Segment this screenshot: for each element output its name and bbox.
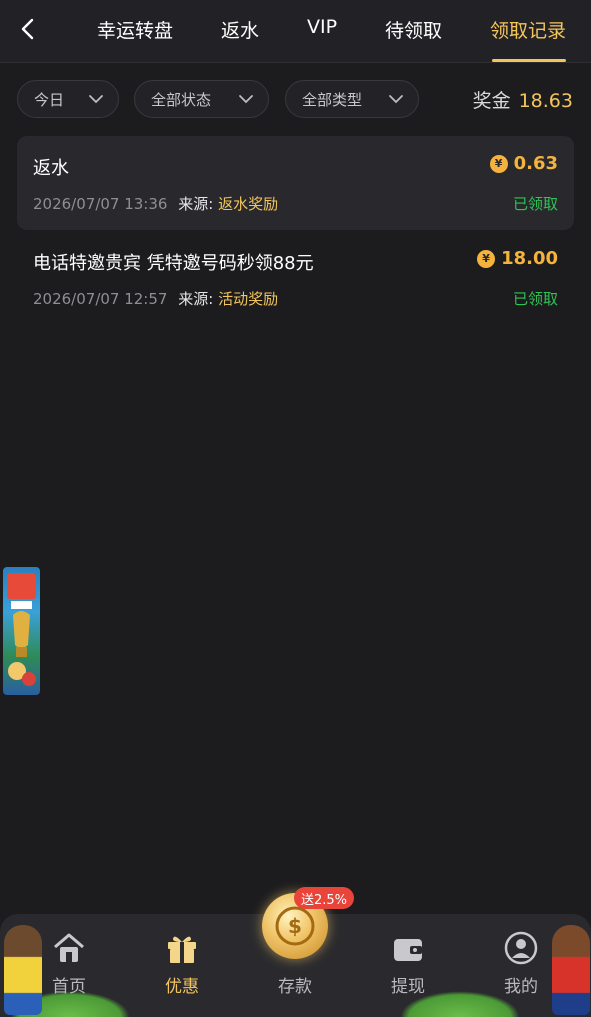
bonus-total: 奖金 18.63	[473, 86, 573, 113]
record-amount: ¥18.00	[477, 248, 558, 269]
record-title: 电话特邀贵宾 凭特邀号码秒领88元	[33, 253, 314, 274]
nav-promotions-label: 优惠	[165, 977, 199, 997]
nav-profile[interactable]: 我的	[486, 930, 556, 997]
tab-rebate[interactable]: 返水	[221, 16, 259, 43]
right-mascot-decoration	[552, 925, 590, 1015]
record-source-label: 来源:	[178, 290, 214, 308]
record-title: 返水	[33, 158, 69, 179]
tab-vip[interactable]: VIP	[307, 16, 337, 38]
active-tab-indicator	[492, 59, 566, 62]
trophy-icon	[7, 573, 36, 686]
left-mascot-decoration	[4, 925, 42, 1015]
nav-home-label: 首页	[52, 977, 86, 997]
chevron-down-icon	[89, 95, 103, 104]
bonus-label: 奖金	[472, 90, 511, 112]
user-icon	[504, 931, 538, 965]
back-button[interactable]	[12, 14, 42, 44]
side-promo-banner[interactable]	[3, 567, 40, 695]
gift-icon	[168, 936, 196, 963]
record-meta: 2026/07/07 12:57 来源: 活动奖励	[33, 288, 278, 309]
nav-withdraw[interactable]: 提现	[373, 930, 443, 997]
nav-home[interactable]: 首页	[34, 930, 104, 997]
type-filter-label: 全部类型	[302, 90, 363, 109]
bonus-value: 18.63	[518, 90, 573, 112]
deposit-coin-icon: $	[275, 906, 315, 946]
svg-text:$: $	[288, 914, 302, 938]
record-source: 返水奖励	[218, 195, 279, 213]
record-source-label: 来源:	[178, 195, 214, 213]
record-item: 电话特邀贵宾 凭特邀号码秒领88元 ¥18.00 2026/07/07 12:5…	[17, 231, 574, 325]
record-amount-value: 18.00	[501, 248, 558, 269]
record-meta: 2026/07/07 13:36 来源: 返水奖励	[33, 193, 278, 214]
top-tab-bar: 幸运转盘 返水 VIP 待领取 领取记录	[0, 0, 591, 63]
record-amount-value: 0.63	[513, 153, 558, 174]
date-filter-dropdown[interactable]: 今日	[17, 80, 119, 118]
nav-profile-label: 我的	[504, 977, 538, 997]
chevron-left-icon	[21, 18, 34, 40]
deposit-bonus-badge: 送2.5%	[294, 887, 355, 909]
tab-pending[interactable]: 待领取	[385, 16, 442, 43]
coin-icon: ¥	[477, 249, 496, 268]
tab-claim-records[interactable]: 领取记录	[490, 16, 566, 43]
nav-promotions[interactable]: 优惠	[147, 930, 217, 997]
record-amount: ¥0.63	[489, 153, 558, 174]
type-filter-dropdown[interactable]: 全部类型	[285, 80, 419, 118]
chevron-down-icon	[239, 95, 253, 104]
status-filter-dropdown[interactable]: 全部状态	[134, 80, 269, 118]
nav-deposit-label: 存款	[278, 977, 312, 997]
record-time: 2026/07/07 13:36	[33, 195, 168, 213]
wallet-icon	[394, 939, 422, 961]
record-item: 返水 ¥0.63 2026/07/07 13:36 来源: 返水奖励 已领取	[17, 136, 574, 230]
record-status: 已领取	[512, 290, 558, 308]
nav-withdraw-label: 提现	[391, 977, 425, 997]
coin-icon: ¥	[489, 154, 508, 173]
home-icon	[54, 933, 84, 962]
record-time: 2026/07/07 12:57	[33, 290, 168, 308]
tab-lucky-wheel[interactable]: 幸运转盘	[97, 16, 173, 43]
date-filter-label: 今日	[34, 90, 65, 109]
status-filter-label: 全部状态	[151, 90, 212, 109]
chevron-down-icon	[389, 95, 403, 104]
record-status: 已领取	[512, 195, 558, 213]
record-source: 活动奖励	[218, 290, 279, 308]
